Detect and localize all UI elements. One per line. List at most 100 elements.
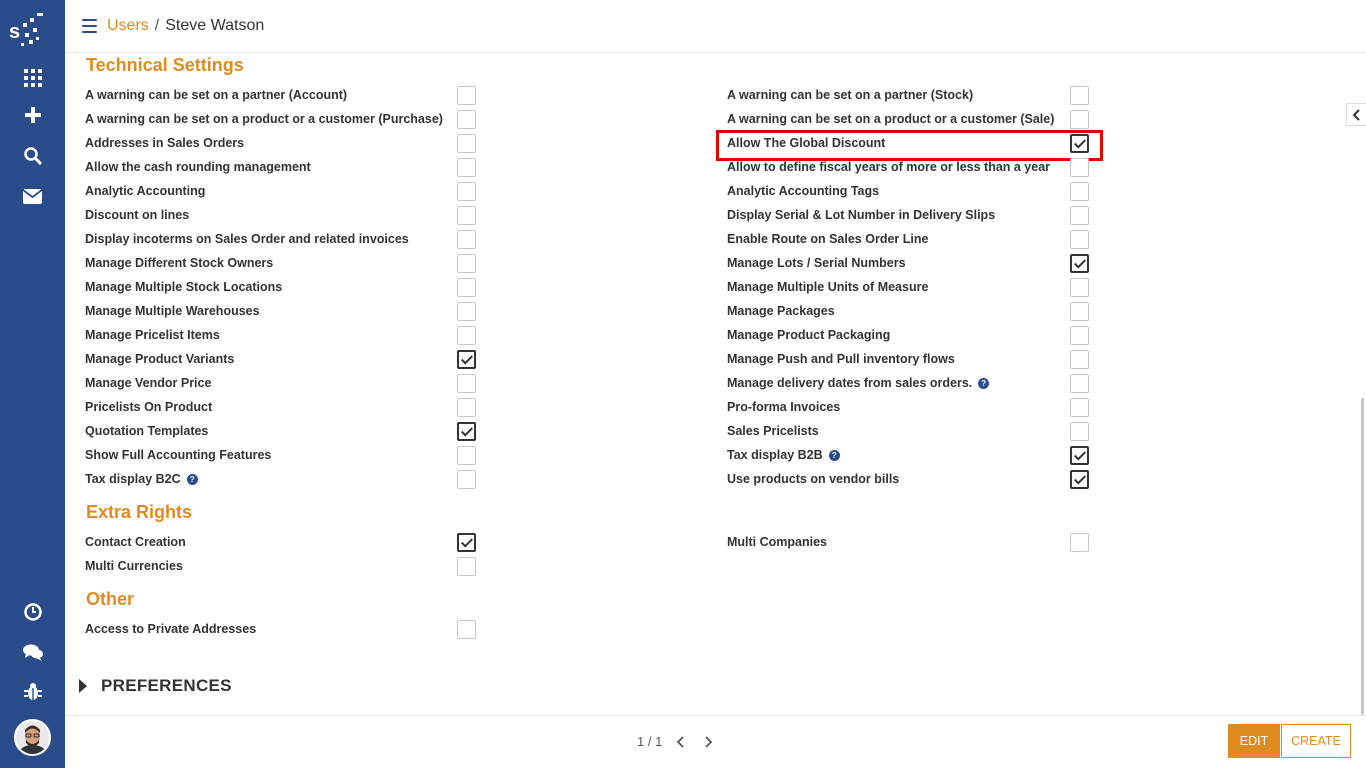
setting-checkbox[interactable] bbox=[1070, 422, 1089, 441]
breadcrumb-users-link[interactable]: Users bbox=[107, 17, 149, 34]
setting-checkbox[interactable] bbox=[1070, 326, 1089, 345]
setting-checkbox[interactable] bbox=[1070, 302, 1089, 321]
setting-checkbox[interactable] bbox=[1070, 374, 1089, 393]
setting-checkbox[interactable] bbox=[457, 470, 476, 489]
setting-row: Manage Push and Pull inventory flows bbox=[727, 347, 955, 371]
setting-checkbox[interactable] bbox=[1070, 350, 1089, 369]
setting-label: Manage delivery dates from sales orders. bbox=[727, 376, 973, 390]
setting-checkbox[interactable] bbox=[457, 557, 476, 576]
setting-row: Multi Companies bbox=[727, 530, 827, 554]
svg-text:s: s bbox=[9, 21, 20, 43]
setting-checkbox[interactable] bbox=[1070, 110, 1089, 129]
breadcrumb-current: Steve Watson bbox=[165, 17, 265, 34]
setting-checkbox[interactable] bbox=[1070, 182, 1089, 201]
setting-checkbox[interactable] bbox=[457, 398, 476, 417]
question-icon[interactable]: ? bbox=[978, 377, 990, 389]
setting-checkbox[interactable] bbox=[457, 350, 476, 369]
setting-row: Analytic Accounting Tags bbox=[727, 179, 879, 203]
quick-create-button[interactable] bbox=[0, 97, 65, 133]
setting-checkbox[interactable] bbox=[457, 446, 476, 465]
debug-button[interactable] bbox=[0, 673, 65, 709]
setting-checkbox[interactable] bbox=[457, 230, 476, 249]
setting-checkbox[interactable] bbox=[1070, 230, 1089, 249]
create-button[interactable]: CREATE bbox=[1281, 724, 1351, 758]
setting-row: Allow the cash rounding management bbox=[85, 155, 311, 179]
setting-label: A warning can be set on a product or a c… bbox=[727, 112, 1055, 126]
setting-row: A warning can be set on a product or a c… bbox=[85, 107, 443, 131]
avatar[interactable] bbox=[14, 719, 51, 756]
setting-checkbox[interactable] bbox=[1070, 86, 1089, 105]
setting-checkbox[interactable] bbox=[457, 374, 476, 393]
setting-row: Analytic Accounting bbox=[85, 179, 205, 203]
setting-row: Display Serial & Lot Number in Delivery … bbox=[727, 203, 995, 227]
setting-checkbox[interactable] bbox=[1070, 533, 1089, 552]
setting-checkbox[interactable] bbox=[1070, 158, 1089, 177]
setting-checkbox[interactable] bbox=[1070, 134, 1089, 153]
setting-row: Tax display B2B? bbox=[727, 443, 840, 467]
setting-row: Manage Multiple Units of Measure bbox=[727, 275, 928, 299]
user-photo bbox=[16, 721, 49, 754]
setting-checkbox[interactable] bbox=[1070, 254, 1089, 273]
bug-icon bbox=[23, 682, 42, 700]
activity-button[interactable] bbox=[0, 594, 65, 630]
pager-next[interactable] bbox=[701, 735, 715, 749]
search-button[interactable] bbox=[0, 138, 65, 174]
setting-checkbox[interactable] bbox=[457, 326, 476, 345]
setting-row: Contact Creation bbox=[85, 530, 186, 554]
setting-label: Sales Pricelists bbox=[727, 424, 819, 438]
setting-row: Discount on lines bbox=[85, 203, 189, 227]
setting-label: Use products on vendor bills bbox=[727, 472, 900, 486]
setting-checkbox[interactable] bbox=[1070, 206, 1089, 225]
chevron-left-icon bbox=[1352, 108, 1360, 121]
setting-checkbox[interactable] bbox=[457, 302, 476, 321]
question-icon[interactable]: ? bbox=[828, 449, 840, 461]
setting-checkbox[interactable] bbox=[457, 110, 476, 129]
hamburger-icon[interactable] bbox=[82, 19, 97, 33]
setting-checkbox[interactable] bbox=[457, 158, 476, 177]
setting-label: Manage Multiple Units of Measure bbox=[727, 280, 929, 294]
setting-row: Allow to define fiscal years of more or … bbox=[727, 155, 1050, 179]
setting-checkbox[interactable] bbox=[1070, 278, 1089, 297]
setting-label: Display Serial & Lot Number in Delivery … bbox=[727, 208, 996, 222]
setting-checkbox[interactable] bbox=[457, 620, 476, 639]
setting-row: Access to Private Addresses bbox=[85, 617, 256, 641]
apps-button[interactable] bbox=[0, 60, 65, 96]
pager-previous[interactable] bbox=[674, 735, 688, 749]
setting-label: Allow The Global Discount bbox=[727, 136, 886, 150]
setting-checkbox[interactable] bbox=[457, 254, 476, 273]
setting-checkbox[interactable] bbox=[1070, 446, 1089, 465]
setting-row: Manage Lots / Serial Numbers bbox=[727, 251, 906, 275]
pager-value[interactable]: 1 / 1 bbox=[637, 734, 662, 749]
setting-label: Enable Route on Sales Order Line bbox=[727, 232, 929, 246]
setting-row: Manage Vendor Price bbox=[85, 371, 211, 395]
scrollbar[interactable] bbox=[1361, 398, 1364, 715]
chat-button[interactable] bbox=[0, 634, 65, 670]
setting-checkbox[interactable] bbox=[457, 278, 476, 297]
setting-checkbox[interactable] bbox=[1070, 398, 1089, 417]
setting-checkbox[interactable] bbox=[457, 86, 476, 105]
other-title: Other bbox=[86, 589, 135, 609]
setting-label: Analytic Accounting bbox=[85, 184, 206, 198]
setting-label: Manage Product Packaging bbox=[727, 328, 891, 342]
edit-button[interactable]: EDIT bbox=[1228, 724, 1280, 758]
setting-checkbox[interactable] bbox=[1070, 470, 1089, 489]
setting-label: Manage Different Stock Owners bbox=[85, 256, 274, 270]
setting-label: Discount on lines bbox=[85, 208, 190, 222]
extra-rights-title: Extra Rights bbox=[86, 502, 193, 522]
setting-checkbox[interactable] bbox=[457, 422, 476, 441]
logo[interactable]: s bbox=[9, 9, 55, 51]
setting-label: Pro-forma Invoices bbox=[727, 400, 841, 414]
chat-icon bbox=[22, 644, 43, 661]
setting-checkbox[interactable] bbox=[457, 533, 476, 552]
setting-checkbox[interactable] bbox=[457, 134, 476, 153]
chatter-toggle[interactable] bbox=[1346, 103, 1366, 126]
messages-button[interactable] bbox=[0, 178, 65, 214]
mail-icon bbox=[23, 188, 42, 204]
breadcrumb: Users / Steve Watson bbox=[107, 16, 264, 36]
question-icon[interactable]: ? bbox=[186, 473, 198, 485]
setting-row: Manage Pricelist Items bbox=[85, 323, 220, 347]
setting-label: A warning can be set on a product or a c… bbox=[85, 112, 443, 126]
setting-checkbox[interactable] bbox=[457, 206, 476, 225]
setting-checkbox[interactable] bbox=[457, 182, 476, 201]
preferences-toggle[interactable]: PREFERENCES bbox=[79, 676, 232, 696]
